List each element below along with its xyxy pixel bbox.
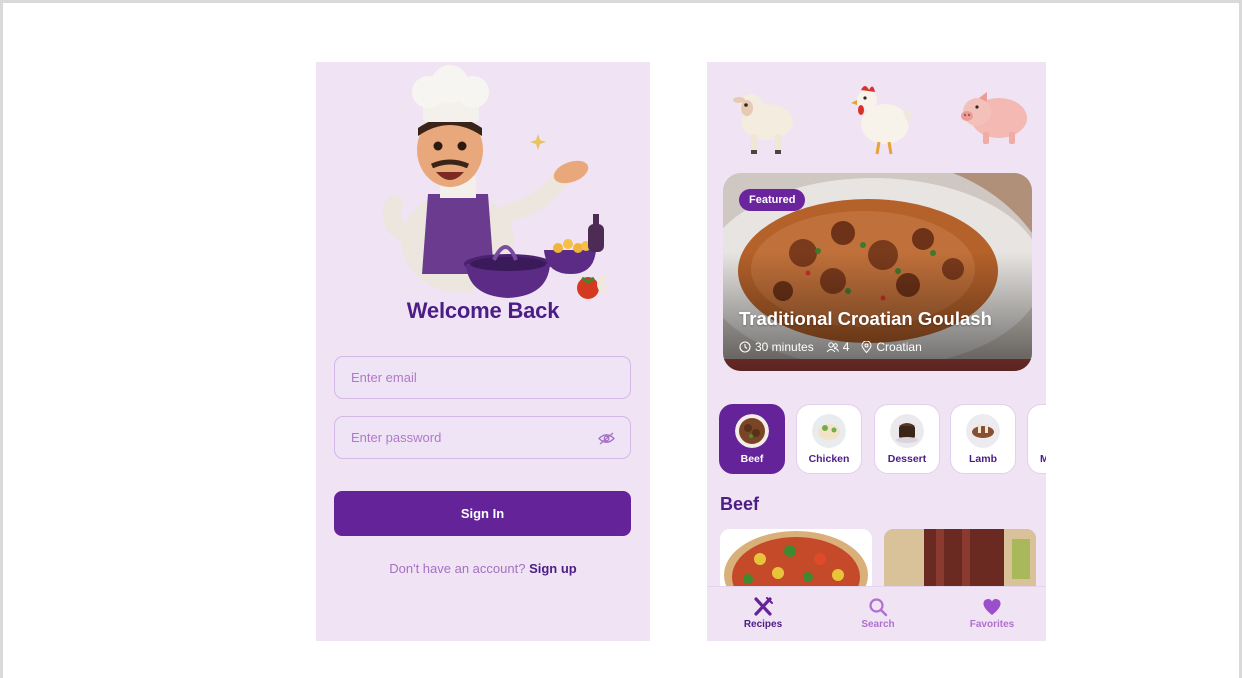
featured-recipe-card[interactable]: Featured Traditional Croatian Goulash 30… <box>723 173 1032 371</box>
category-beef[interactable]: Beef <box>719 404 785 474</box>
search-icon <box>869 598 888 617</box>
signup-row: Don't have an account? Sign up <box>316 561 650 576</box>
servings-value: 4 <box>842 340 850 354</box>
tab-label: Search <box>861 619 895 630</box>
time-value: 30 minutes <box>755 340 814 354</box>
section-heading: Beef <box>720 494 760 514</box>
recipes-screen: Featured Traditional Croatian Goulash 30… <box>707 62 1046 641</box>
location-pin-icon <box>861 341 872 353</box>
category-lamb[interactable]: Lamb <box>950 404 1016 474</box>
lamb-thumbnail <box>966 414 1000 448</box>
cuisine-meta: Croatian <box>861 340 922 354</box>
category-label: Chicken <box>808 453 850 465</box>
category-list: Beef Chicken Dessert Lamb M <box>719 404 1046 474</box>
beef-thumbnail <box>735 414 769 448</box>
email-field[interactable] <box>334 356 631 399</box>
pig-icon[interactable] <box>959 78 1031 156</box>
password-field[interactable] <box>334 416 631 459</box>
category-chicken[interactable]: Chicken <box>796 404 862 474</box>
bottom-tab-bar: Recipes Search Favorites <box>707 586 1046 641</box>
category-label: Beef <box>740 453 764 465</box>
time-meta: 30 minutes <box>739 340 814 354</box>
servings-meta: 4 <box>826 340 850 354</box>
login-screen: Welcome Back Sign In Don't have an accou… <box>316 62 650 641</box>
recipe-thumbnail-pizza[interactable] <box>720 529 872 589</box>
eye-off-icon[interactable] <box>598 432 615 445</box>
tab-label: Favorites <box>969 619 1015 630</box>
chef-illustration <box>382 65 606 299</box>
category-label: M <box>1040 453 1046 465</box>
dessert-thumbnail <box>890 414 924 448</box>
category-more[interactable]: M <box>1027 404 1046 474</box>
password-input[interactable] <box>335 417 630 458</box>
lamb-icon[interactable] <box>729 78 801 156</box>
tab-search[interactable]: Search <box>838 597 918 630</box>
cuisine-value: Croatian <box>876 340 922 354</box>
featured-recipe-meta: 30 minutes 4 Croatian <box>739 340 934 354</box>
tab-recipes[interactable]: Recipes <box>723 597 803 630</box>
heart-icon <box>983 599 1001 615</box>
recipe-thumbnail-sandwich[interactable] <box>884 529 1036 589</box>
utensils-icon <box>754 597 773 616</box>
category-dessert[interactable]: Dessert <box>874 404 940 474</box>
chicken-thumbnail <box>812 414 846 448</box>
tab-favorites[interactable]: Favorites <box>952 597 1032 630</box>
chicken-icon[interactable] <box>845 78 917 156</box>
signup-prompt: Don't have an account? <box>389 561 526 576</box>
email-input[interactable] <box>335 357 630 398</box>
category-label: Dessert <box>887 453 927 465</box>
featured-badge: Featured <box>739 189 806 211</box>
sign-in-button[interactable]: Sign In <box>334 491 631 536</box>
category-label: Lamb <box>968 453 997 465</box>
clock-icon <box>739 341 751 353</box>
featured-recipe-title: Traditional Croatian Goulash <box>739 308 992 329</box>
tab-label: Recipes <box>743 619 783 630</box>
people-icon <box>826 342 839 353</box>
welcome-heading: Welcome Back <box>406 298 560 323</box>
signup-link[interactable]: Sign up <box>529 561 577 576</box>
